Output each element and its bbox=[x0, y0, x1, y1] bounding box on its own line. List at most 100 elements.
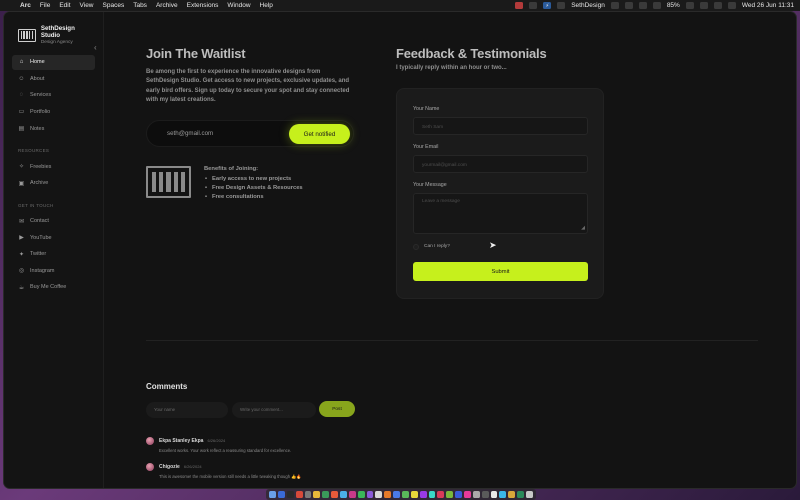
sidebar-item-instagram[interactable]: ◎ Instagram bbox=[12, 263, 95, 278]
dock-app-icon[interactable] bbox=[348, 490, 356, 499]
dock-app-icon[interactable] bbox=[339, 490, 347, 499]
dock-app-icon[interactable] bbox=[472, 490, 480, 499]
feedback-title: Feedback & Testimonials bbox=[396, 46, 547, 61]
sidebar-item-archive[interactable]: ▣ Archive bbox=[12, 176, 95, 191]
dock-app-icon[interactable] bbox=[357, 490, 365, 499]
sidebar-item-youtube[interactable]: ▶ YouTube bbox=[12, 230, 95, 245]
dock-app-icon[interactable] bbox=[375, 490, 383, 499]
sidebar-item-label: Twitter bbox=[30, 251, 47, 258]
mail-icon: ✉ bbox=[18, 218, 25, 225]
dock-app-icon[interactable] bbox=[481, 490, 489, 499]
tray-sethdesign-label[interactable]: SethDesign bbox=[571, 2, 605, 9]
dock-app-icon[interactable] bbox=[419, 490, 427, 499]
sidebar-item-services[interactable]: ◌ Services bbox=[12, 88, 95, 103]
dock-app-icon[interactable] bbox=[384, 490, 392, 499]
menu-archive[interactable]: Archive bbox=[156, 2, 178, 9]
waitlist-email-input[interactable]: seth@gmail.com Get notified bbox=[146, 120, 354, 147]
get-notified-button[interactable]: Get notified bbox=[289, 124, 350, 144]
resources-heading: RESOURCES bbox=[18, 148, 50, 153]
tray-record-icon[interactable] bbox=[638, 2, 647, 9]
siri-icon[interactable] bbox=[727, 2, 736, 9]
dock-app-icon[interactable] bbox=[410, 490, 418, 499]
dock-app-icon[interactable] bbox=[437, 490, 445, 499]
dock-app-icon[interactable] bbox=[526, 490, 533, 499]
tray-app-icon[interactable] bbox=[515, 2, 524, 9]
dock-app-icon[interactable] bbox=[313, 490, 321, 499]
resize-handle-icon[interactable]: ◢ bbox=[581, 225, 585, 231]
sidebar-item-label: Archive bbox=[30, 180, 49, 187]
sidebar-item-freebies[interactable]: ✧ Freebies bbox=[12, 159, 95, 174]
sidebar-item-contact[interactable]: ✉ Contact bbox=[12, 214, 95, 229]
coffee-icon: ☕ bbox=[18, 284, 25, 291]
name-input[interactable]: Seth Sam bbox=[413, 117, 588, 135]
brand[interactable]: SethDesign Studio Design Agency bbox=[18, 25, 95, 45]
dock-app-icon[interactable] bbox=[508, 490, 516, 499]
post-comment-button[interactable]: Post bbox=[319, 401, 355, 417]
sparkle-icon: ✧ bbox=[18, 164, 25, 170]
collapse-sidebar-icon[interactable]: ‹ bbox=[94, 43, 97, 52]
email-label: Your Email bbox=[413, 144, 439, 150]
dock-app-icon[interactable] bbox=[322, 490, 330, 499]
comment-author: Chigozie 6/26/2024 bbox=[159, 464, 202, 470]
dock-app-icon[interactable] bbox=[517, 490, 525, 499]
dock-app-icon[interactable] bbox=[286, 490, 294, 499]
can-reply-checkbox[interactable] bbox=[413, 244, 419, 250]
control-center-icon[interactable] bbox=[713, 2, 722, 9]
sidebar-item-about[interactable]: ☺ About bbox=[12, 71, 95, 86]
dock-app-icon[interactable] bbox=[366, 490, 374, 499]
dock-app-icon[interactable] bbox=[428, 490, 436, 499]
tray-bolt-icon[interactable]: ⚡ bbox=[543, 2, 552, 9]
menu-spaces[interactable]: Spaces bbox=[103, 2, 125, 9]
message-placeholder: Leave a message bbox=[422, 199, 460, 204]
archive-icon: ▣ bbox=[18, 180, 25, 187]
sidebar: SethDesign Studio Design Agency ‹ ⌂ Home… bbox=[4, 12, 104, 488]
dock-app-icon[interactable] bbox=[304, 490, 312, 499]
sidebar-item-notes[interactable]: ▤ Notes bbox=[12, 121, 95, 136]
email-input[interactable]: yourmail@gmail.com bbox=[413, 155, 588, 173]
message-textarea[interactable]: Leave a message ◢ bbox=[413, 193, 588, 234]
sidebar-item-buy-me-coffee[interactable]: ☕ Buy Me Coffee bbox=[12, 280, 95, 295]
avatar bbox=[146, 463, 154, 471]
feedback-subtitle: I typically reply within an hour or two.… bbox=[396, 65, 507, 71]
tray-spotify-icon[interactable] bbox=[529, 2, 538, 9]
sidebar-item-home[interactable]: ⌂ Home bbox=[12, 54, 95, 70]
search-icon[interactable] bbox=[699, 2, 708, 9]
dock-app-icon[interactable] bbox=[277, 490, 285, 499]
sidebar-item-portfolio[interactable]: ▭ Portfolio bbox=[12, 104, 95, 119]
avatar bbox=[146, 437, 154, 445]
wifi-icon[interactable] bbox=[652, 2, 661, 9]
sidebar-item-twitter[interactable]: ✦ Twitter bbox=[12, 247, 95, 262]
comment-author: Ekpa Stanley Ekpa 6/26/2024 bbox=[159, 438, 226, 444]
dock-app-icon[interactable] bbox=[393, 490, 400, 499]
sidebar-item-label: Portfolio bbox=[30, 108, 51, 115]
menu-help[interactable]: Help bbox=[260, 2, 273, 9]
dock-app-icon[interactable] bbox=[499, 490, 507, 499]
dock-app-icon[interactable] bbox=[331, 490, 338, 499]
waitlist-email-value[interactable]: seth@gmail.com bbox=[167, 130, 213, 137]
menu-edit[interactable]: Edit bbox=[59, 2, 70, 9]
dock-app-icon[interactable] bbox=[455, 490, 463, 499]
dock-app-icon[interactable] bbox=[464, 490, 471, 499]
comment-name-input[interactable]: Your name bbox=[146, 402, 228, 418]
dock-app-icon[interactable] bbox=[490, 490, 498, 499]
tray-media-icon[interactable] bbox=[624, 2, 633, 9]
dock-app-icon[interactable] bbox=[402, 490, 409, 499]
tray-cloud-icon[interactable] bbox=[557, 2, 566, 9]
menu-arc[interactable]: Arc bbox=[20, 2, 31, 9]
menu-window[interactable]: Window bbox=[227, 2, 250, 9]
submit-button[interactable]: Submit bbox=[413, 262, 588, 281]
sidebar-item-label: Contact bbox=[30, 218, 49, 225]
menu-extensions[interactable]: Extensions bbox=[187, 2, 219, 9]
clock[interactable]: Wed 26 Jun 11:31 bbox=[742, 2, 794, 9]
battery-icon[interactable] bbox=[685, 2, 694, 9]
dock-app-icon[interactable] bbox=[269, 490, 276, 499]
menu-tabs[interactable]: Tabs bbox=[133, 2, 147, 9]
tray-calendar-icon[interactable] bbox=[610, 2, 619, 9]
brand-name: SethDesign Studio bbox=[40, 25, 75, 39]
comment-text-input[interactable]: Write your comment... bbox=[232, 402, 316, 418]
dock-app-icon[interactable] bbox=[446, 490, 454, 499]
menu-file[interactable]: File bbox=[40, 2, 50, 9]
dock-app-icon[interactable] bbox=[295, 490, 303, 499]
battery-percent: 85% bbox=[666, 2, 680, 9]
menu-view[interactable]: View bbox=[80, 2, 94, 9]
